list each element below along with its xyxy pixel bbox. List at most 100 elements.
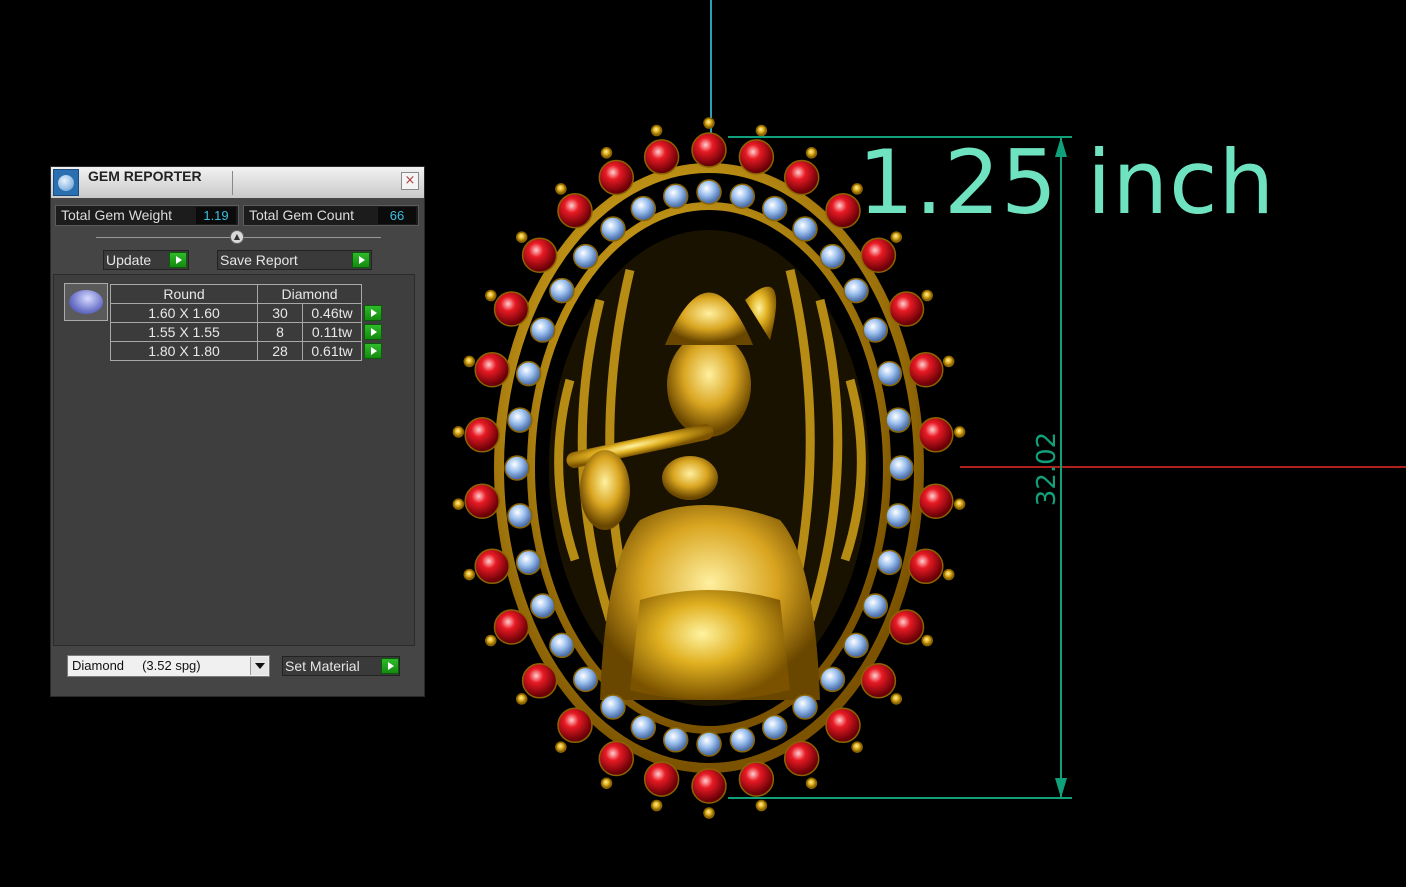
panel-titlebar[interactable]: GEM REPORTER × — [51, 167, 424, 198]
gem-reporter-icon — [53, 169, 79, 196]
gold-bead — [452, 426, 465, 438]
table-row[interactable]: 1.80 X 1.80 28 0.61tw — [110, 341, 385, 361]
diamond-gem — [630, 195, 657, 222]
diamond-gem — [792, 216, 818, 242]
gem-list: Round Diamond 1.60 X 1.60 30 0.46tw 1.55… — [53, 274, 415, 646]
diamond-gem — [662, 183, 689, 209]
play-arrow-icon[interactable] — [169, 252, 187, 268]
ruby-gem — [888, 291, 925, 327]
diamond-gem — [515, 360, 542, 387]
diamond-gem — [792, 694, 818, 720]
row-count: 28 — [257, 341, 303, 361]
ruby-gem — [738, 761, 775, 797]
ruby-gem — [888, 609, 925, 645]
row-count: 8 — [257, 322, 303, 342]
ruby-gem — [860, 237, 897, 273]
total-gem-count-value: 66 — [378, 207, 416, 224]
diamond-gem — [504, 455, 530, 481]
diamond-gem — [761, 714, 788, 741]
total-gem-weight-value: 1.19 — [196, 207, 236, 224]
gold-bead — [921, 289, 933, 302]
play-arrow-icon[interactable] — [381, 658, 399, 674]
ruby-gem — [908, 548, 944, 585]
gem-reporter-panel: GEM REPORTER × Total Gem Weight 1.19 Tot… — [50, 166, 425, 697]
gold-bead — [953, 426, 966, 438]
diamond-gem — [600, 216, 626, 242]
ruby-gem — [691, 132, 727, 168]
ruby-gem — [783, 159, 820, 196]
play-arrow-icon[interactable] — [364, 305, 382, 321]
gold-bead — [452, 498, 465, 510]
material-dropdown[interactable]: Diamond (3.52 spg) — [67, 655, 270, 677]
diamond-gem — [630, 714, 657, 741]
row-size: 1.60 X 1.60 — [110, 303, 258, 323]
ruby-gem — [783, 740, 820, 777]
table-row[interactable]: 1.60 X 1.60 30 0.46tw — [110, 303, 385, 323]
slider-handle[interactable]: ▲ — [230, 230, 244, 244]
diamond-gem — [572, 243, 599, 270]
row-weight: 0.46tw — [302, 303, 362, 323]
gold-bead — [953, 498, 966, 510]
chevron-down-icon[interactable] — [250, 657, 268, 675]
set-material-button[interactable]: Set Material — [282, 656, 400, 676]
diamond-gem — [529, 317, 556, 343]
row-size: 1.80 X 1.80 — [110, 341, 258, 361]
diamond-gem — [862, 317, 889, 343]
total-gem-count-box: Total Gem Count 66 — [243, 205, 419, 226]
gold-bead — [805, 777, 818, 789]
ruby-gem — [493, 291, 530, 327]
diamond-gem — [549, 277, 575, 304]
diamond-gem — [549, 632, 575, 659]
save-report-label: Save Report — [220, 252, 298, 268]
table-header-row: Round Diamond — [110, 284, 385, 304]
diamond-gem — [529, 593, 556, 619]
diamond-gem — [819, 243, 846, 270]
ruby-gem — [474, 548, 510, 585]
ruby-gem — [464, 483, 500, 519]
gold-bead — [851, 741, 863, 753]
play-arrow-icon[interactable] — [364, 324, 382, 340]
diamond-gem — [696, 179, 722, 205]
ruby-gem — [860, 663, 897, 699]
ruby-gem — [598, 159, 635, 196]
ruby-gem — [738, 139, 775, 175]
title-divider — [232, 171, 233, 195]
header-shape: Round — [110, 284, 258, 304]
diamond-gem — [876, 360, 903, 387]
caret-up-icon: ▲ — [233, 232, 241, 241]
set-material-label: Set Material — [285, 658, 360, 674]
gold-bead — [890, 693, 903, 705]
diamond-gem — [662, 727, 689, 753]
ruby-gem — [691, 768, 727, 804]
diamond-gem — [876, 549, 903, 576]
row-weight: 0.61tw — [302, 341, 362, 361]
close-button[interactable]: × — [401, 172, 419, 190]
gold-bead — [650, 124, 663, 137]
ruby-gem — [643, 761, 680, 797]
gold-bead — [485, 634, 497, 647]
update-button[interactable]: Update — [103, 250, 189, 270]
gold-bead — [755, 799, 768, 812]
play-arrow-icon[interactable] — [364, 343, 382, 359]
diamond-gem — [696, 731, 722, 757]
gold-bead — [703, 807, 715, 819]
diamond-gem — [507, 503, 533, 529]
diamond-gem — [600, 694, 626, 720]
gold-bead — [600, 777, 613, 789]
ruby-gem — [908, 351, 944, 388]
diamond-gem — [843, 277, 869, 304]
save-report-button[interactable]: Save Report — [217, 250, 372, 270]
diamond-gem — [729, 727, 756, 753]
diamond-gem — [729, 183, 756, 209]
gold-bead — [600, 147, 613, 159]
table-row[interactable]: 1.55 X 1.55 8 0.11tw — [110, 322, 385, 342]
round-gem-icon[interactable] — [64, 283, 108, 321]
diamond-gem — [885, 407, 911, 433]
ruby-gem — [825, 707, 861, 744]
gold-bead — [485, 289, 497, 302]
gold-bead — [805, 147, 818, 159]
play-arrow-icon[interactable] — [352, 252, 370, 268]
ruby-gem — [918, 417, 954, 453]
ruby-gem — [493, 609, 530, 645]
ruby-gem — [557, 707, 593, 744]
